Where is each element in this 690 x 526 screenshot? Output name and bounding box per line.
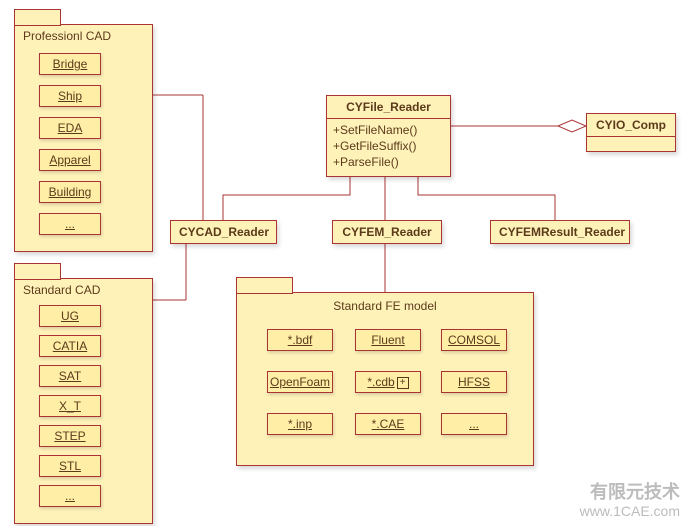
class-cycad-reader: CYCAD_Reader — [170, 220, 277, 244]
pkg-item-xt[interactable]: X_T — [39, 395, 101, 417]
class-cyio-comp: CYIO_Comp — [586, 113, 676, 152]
package-title: Standard CAD — [15, 279, 152, 299]
expand-icon[interactable]: + — [397, 377, 409, 389]
pkg-item-cae[interactable]: *.CAE — [355, 413, 421, 435]
package-standard-fe-model: Standard FE model *.bdf Fluent COMSOL Op… — [236, 292, 534, 466]
pkg-item-cdb[interactable]: *.cdb+ — [355, 371, 421, 393]
package-title: Professionl CAD — [15, 25, 152, 45]
diagram-canvas: Professionl CAD Bridge Ship EDA Apparel … — [0, 0, 690, 526]
class-cyfile-reader: CYFile_Reader +SetFileName() +GetFileSuf… — [326, 95, 451, 177]
pkg-item-ship[interactable]: Ship — [39, 85, 101, 107]
pkg-item-catia[interactable]: CATIA — [39, 335, 101, 357]
pkg-item-apparel[interactable]: Apparel — [39, 149, 101, 171]
pkg-item-fluent[interactable]: Fluent — [355, 329, 421, 351]
pkg-item-stl[interactable]: STL — [39, 455, 101, 477]
pkg-item-more[interactable]: ... — [39, 213, 101, 235]
class-name: CYFEM_Reader — [333, 221, 441, 243]
pkg-item-inp[interactable]: *.inp — [267, 413, 333, 435]
class-operations: +SetFileName() +GetFileSuffix() +ParseFi… — [327, 119, 450, 176]
pkg-item-more[interactable]: ... — [441, 413, 507, 435]
pkg-item-bdf[interactable]: *.bdf — [267, 329, 333, 351]
package-tab — [14, 9, 61, 26]
pkg-item-hfss[interactable]: HFSS — [441, 371, 507, 393]
package-tab — [14, 263, 61, 280]
package-professionl-cad: Professionl CAD Bridge Ship EDA Apparel … — [14, 24, 153, 252]
class-cyfem-reader: CYFEM_Reader — [332, 220, 442, 244]
pkg-item-more[interactable]: ... — [39, 485, 101, 507]
class-name: CYFile_Reader — [327, 96, 450, 118]
pkg-item-eda[interactable]: EDA — [39, 117, 101, 139]
pkg-item-sat[interactable]: SAT — [39, 365, 101, 387]
watermark: 有限元技术 www.1CAE.com — [580, 482, 680, 520]
pkg-item-bridge[interactable]: Bridge — [39, 53, 101, 75]
package-title: Standard FE model — [237, 293, 533, 315]
pkg-item-comsol[interactable]: COMSOL — [441, 329, 507, 351]
pkg-item-building[interactable]: Building — [39, 181, 101, 203]
pkg-item-ug[interactable]: UG — [39, 305, 101, 327]
pkg-item-step[interactable]: STEP — [39, 425, 101, 447]
class-cyfemresult-reader: CYFEMResult_Reader — [490, 220, 630, 244]
class-name: CYFEMResult_Reader — [491, 221, 629, 243]
class-empty-compartment — [587, 137, 675, 151]
class-name: CYCAD_Reader — [171, 221, 276, 243]
package-standard-cad: Standard CAD UG CATIA SAT X_T STEP STL .… — [14, 278, 153, 524]
class-name: CYIO_Comp — [587, 114, 675, 136]
pkg-item-openfoam[interactable]: OpenFoam — [267, 371, 333, 393]
package-tab — [236, 277, 293, 294]
